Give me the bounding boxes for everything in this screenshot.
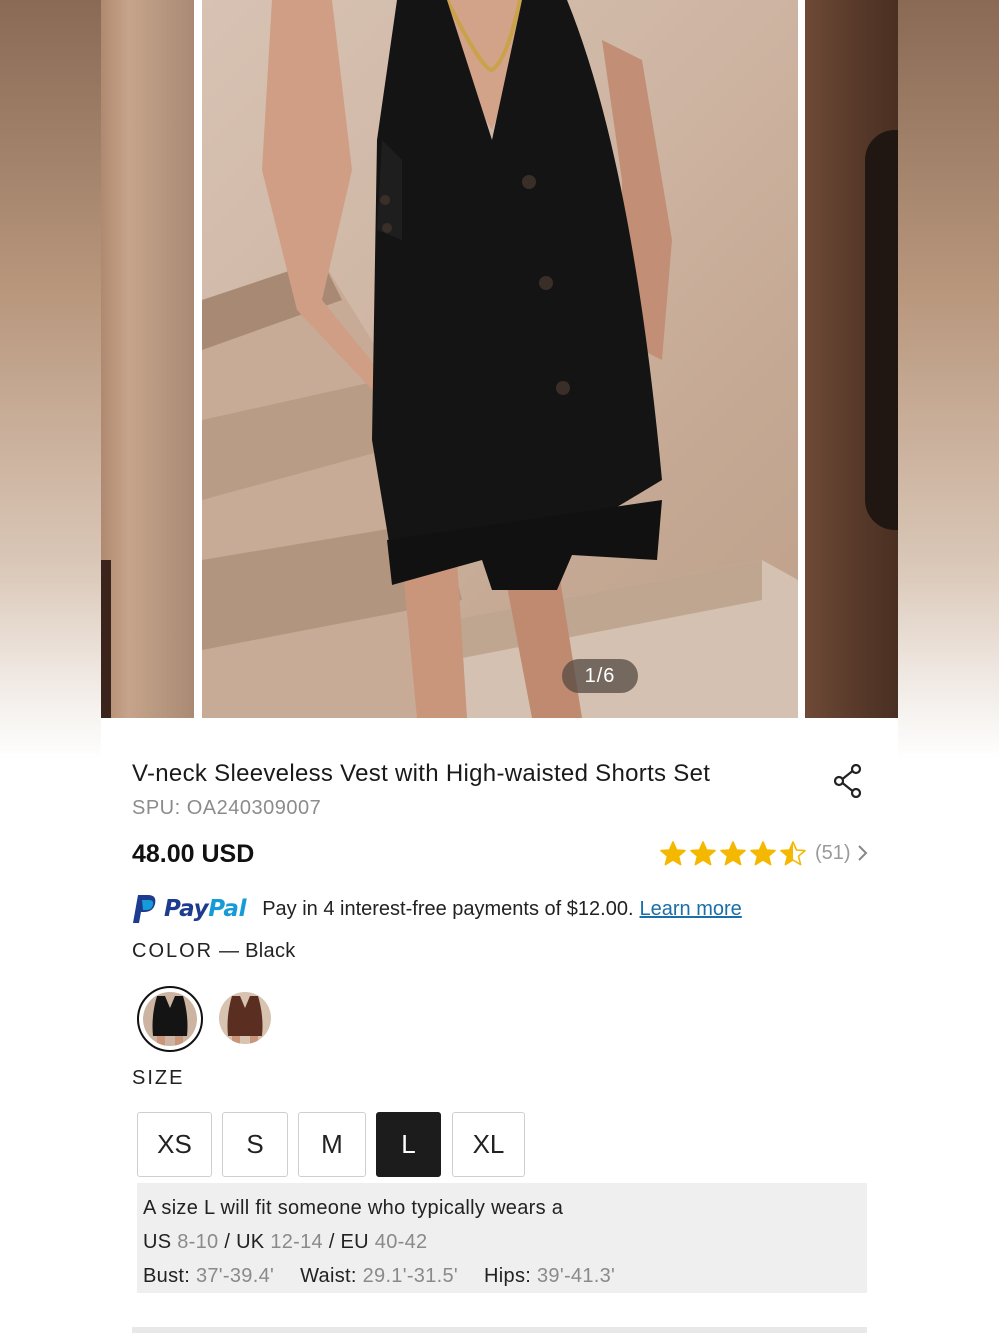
size-option-m[interactable]: M [298, 1112, 366, 1177]
us-label: US [143, 1231, 172, 1253]
color-label: COLOR — Black [132, 940, 296, 963]
waist-value: 29.1'-31.5' [362, 1265, 459, 1287]
color-label-text: COLOR [132, 940, 214, 962]
star-icon [660, 840, 686, 865]
gallery-next-slide[interactable] [805, 0, 898, 718]
product-page: 1/6 V-neck Sleeveless Vest with High-wai… [101, 0, 898, 1333]
size-option-xs[interactable]: XS [137, 1112, 212, 1177]
next-slide-detail [865, 130, 898, 530]
selected-color: Black [245, 940, 296, 962]
star-icon [780, 840, 806, 865]
gallery-main-image[interactable]: 1/6 [202, 0, 798, 718]
paypal-message: PayPal Pay in 4 interest-free payments o… [132, 891, 742, 927]
star-icon [750, 840, 776, 865]
uk-value: 12-14 [270, 1231, 323, 1253]
black-swatch-image [143, 992, 197, 1046]
slide-counter: 1/6 [562, 659, 638, 693]
color-swatch-black[interactable] [143, 992, 197, 1046]
share-button[interactable] [833, 763, 863, 799]
hips-label: Hips: [484, 1265, 532, 1287]
waist-label: Waist: [300, 1265, 357, 1287]
star-icon [690, 840, 716, 865]
product-photo [202, 0, 798, 718]
sep-1: / [218, 1231, 237, 1253]
size-option-s[interactable]: S [222, 1112, 288, 1177]
size-option-l[interactable]: L [376, 1112, 441, 1177]
rating-summary[interactable]: (51) [659, 838, 871, 868]
gallery-prev-slide[interactable] [101, 0, 194, 718]
fit-intro: A size L will fit someone who typically … [143, 1197, 564, 1219]
learn-more-link[interactable]: Learn more [640, 898, 742, 921]
sep-2: / [322, 1231, 341, 1253]
eu-label: EU [340, 1231, 369, 1253]
chevron-right-icon [857, 845, 867, 861]
bust-value: 37'-39.4' [195, 1265, 275, 1287]
us-value: 8-10 [177, 1231, 219, 1253]
size-option-xl[interactable]: XL [452, 1112, 525, 1177]
paypal-wordmark-pay: Pay [164, 896, 209, 922]
hips-value: 39'-41.3' [536, 1265, 616, 1287]
fit-size-conversion: US 8-10 / UK 12-14 / EU 40-42 [143, 1225, 861, 1259]
review-count: (51) [815, 841, 851, 864]
product-price: 48.00 USD [132, 840, 255, 868]
product-title: V-neck Sleeveless Vest with High-waisted… [132, 760, 711, 787]
paypal-installment-text: Pay in 4 interest-free payments of $12.0… [262, 897, 634, 920]
paypal-logo: PayPal [132, 894, 246, 924]
product-spu: SPU: OA240309007 [132, 797, 322, 819]
brown-swatch-image [219, 992, 271, 1044]
color-dash: — [213, 940, 246, 962]
share-icon [833, 763, 862, 799]
uk-label: UK [236, 1231, 265, 1253]
eu-value: 40-42 [374, 1231, 428, 1253]
bust-label: Bust: [143, 1265, 191, 1287]
section-divider [132, 1327, 867, 1333]
size-fit-info: A size L will fit someone who typically … [137, 1183, 867, 1293]
fit-measurements: Bust: 37'-39.4' Waist: 29.1'-31.5' Hips: 3… [143, 1259, 861, 1293]
star-icon [720, 840, 746, 865]
image-gallery[interactable]: 1/6 [101, 0, 898, 718]
star-rating [659, 840, 809, 867]
paypal-icon [133, 895, 156, 923]
prev-slide-detail [101, 560, 111, 718]
paypal-wordmark-pal: Pal [208, 896, 247, 922]
color-swatch-brown[interactable] [219, 992, 271, 1044]
size-label: SIZE [132, 1067, 185, 1089]
